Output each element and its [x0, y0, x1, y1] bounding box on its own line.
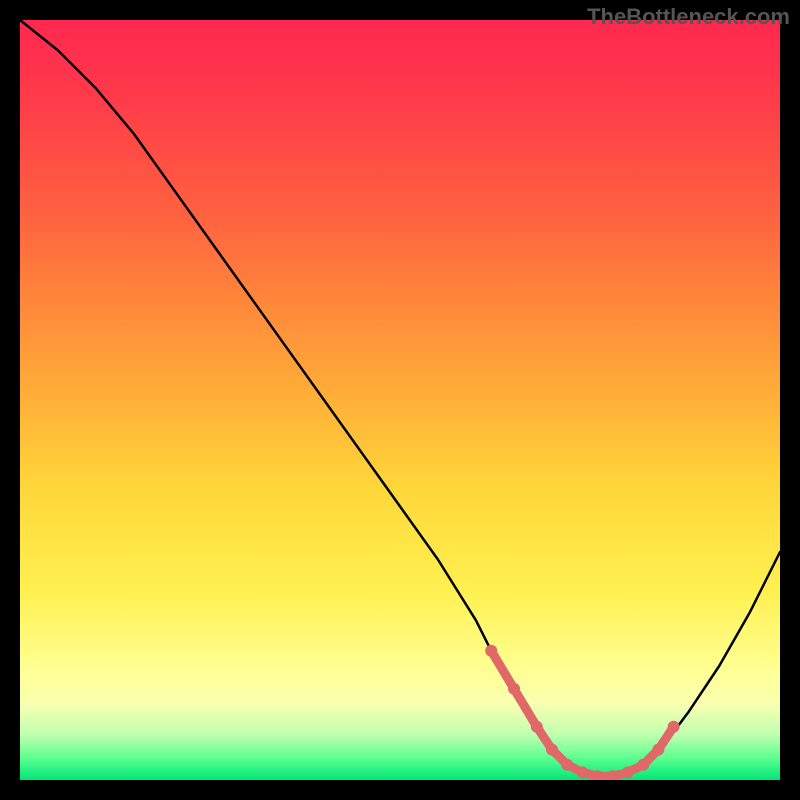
valley-dot: [531, 721, 543, 733]
valley-dot: [668, 721, 680, 733]
chart-line-curve: [20, 20, 780, 776]
valley-dot: [622, 766, 634, 778]
valley-dot: [508, 683, 520, 695]
chart-plot-area: [20, 20, 780, 780]
valley-dot: [561, 759, 573, 771]
valley-segment: [514, 689, 537, 727]
watermark-text: TheBottleneck.com: [587, 4, 790, 30]
chart-valley-highlight: [485, 645, 679, 780]
chart-svg: [20, 20, 780, 780]
valley-dot: [652, 744, 664, 756]
valley-dot: [485, 645, 497, 657]
valley-dot: [576, 766, 588, 778]
valley-segment: [491, 651, 514, 689]
valley-dot: [637, 759, 649, 771]
valley-dot: [546, 744, 558, 756]
